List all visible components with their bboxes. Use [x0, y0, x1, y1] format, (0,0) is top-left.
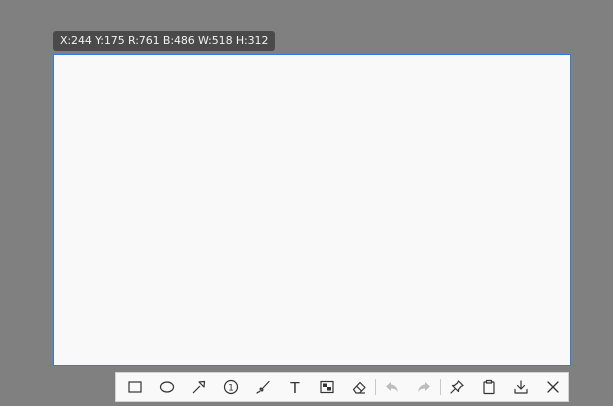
undo-icon: [386, 382, 398, 392]
copy-to-clipboard-button[interactable]: [473, 373, 505, 401]
annotation-toolbar: 1 T: [115, 372, 569, 402]
arrow-tool-button[interactable]: [183, 373, 215, 401]
close-icon: [547, 381, 559, 393]
ellipse-icon: [159, 381, 175, 393]
pin-button[interactable]: [441, 373, 473, 401]
selection-region[interactable]: [53, 54, 571, 366]
text-tool-button[interactable]: T: [279, 373, 311, 401]
number-marker-icon: 1: [223, 379, 239, 395]
text-tool-label: T: [289, 379, 300, 395]
arrow-icon: [192, 380, 206, 394]
pen-icon: [256, 380, 270, 394]
rectangle-icon: [128, 381, 142, 393]
mosaic-tool-button[interactable]: [311, 373, 343, 401]
clipboard-icon: [483, 379, 495, 395]
ellipse-tool-button[interactable]: [151, 373, 183, 401]
text-icon: T: [289, 379, 300, 395]
redo-icon: [418, 382, 430, 392]
eraser-icon: [352, 381, 366, 394]
save-button[interactable]: [505, 373, 537, 401]
mosaic-icon: [320, 380, 334, 394]
rectangle-tool-button[interactable]: [119, 373, 151, 401]
pen-tool-button[interactable]: [247, 373, 279, 401]
close-button[interactable]: [537, 373, 569, 401]
eraser-tool-button[interactable]: [343, 373, 375, 401]
undo-button[interactable]: [376, 373, 408, 401]
pin-icon: [450, 380, 464, 394]
save-icon: [514, 380, 528, 394]
number-marker-tool-button[interactable]: 1: [215, 373, 247, 401]
redo-button[interactable]: [408, 373, 440, 401]
selection-info-tooltip: X:244 Y:175 R:761 B:486 W:518 H:312: [53, 31, 276, 51]
number-marker-label: 1: [228, 384, 234, 394]
